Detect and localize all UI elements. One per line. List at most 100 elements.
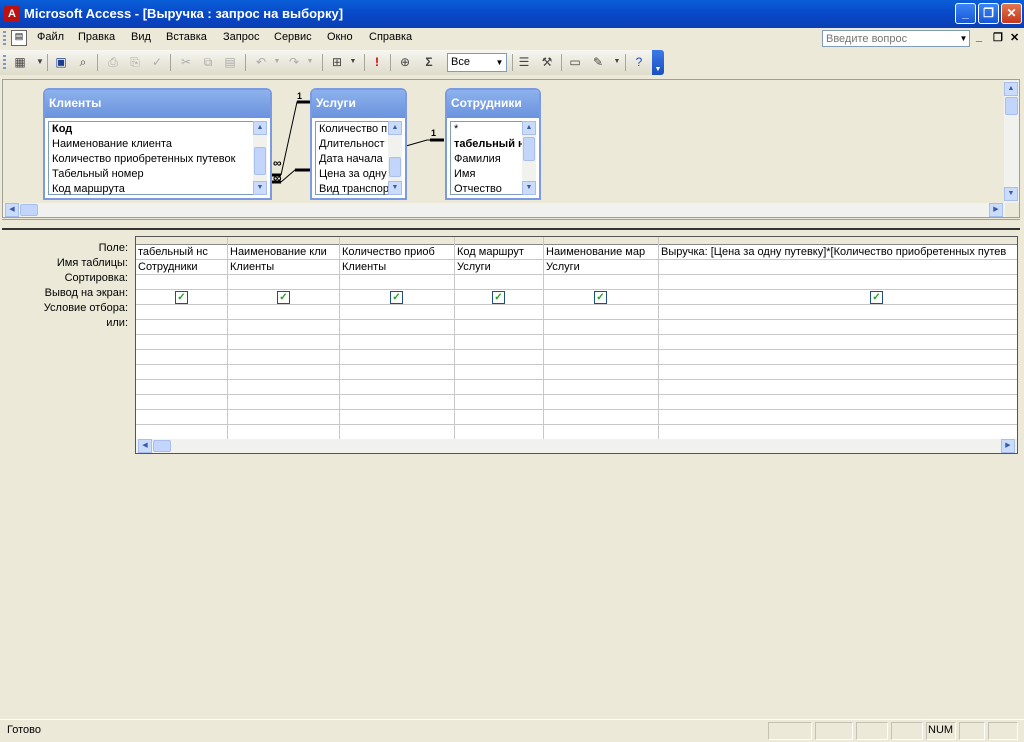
field-item[interactable]: Код маршрута [49,182,253,197]
help-icon[interactable]: ? [630,53,648,71]
scroll-right-icon[interactable]: ▶ [989,203,1003,217]
scroll-up-icon[interactable]: ▲ [388,121,402,135]
show-checkbox[interactable]: ✓ [492,291,505,304]
toolbar-grip[interactable] [3,55,6,70]
scroll-down-icon[interactable]: ▼ [388,181,402,195]
field-item[interactable]: Количество п [316,122,388,137]
table-cell[interactable]: Услуги [544,260,657,275]
pane-splitter[interactable] [2,219,1020,230]
field-cell[interactable]: Код маршрут [455,245,542,260]
view-icon[interactable]: ▦ [11,53,29,71]
table-title[interactable]: Клиенты [45,90,270,118]
database-window-icon[interactable]: ▭ [566,53,584,71]
field-item[interactable]: Вид транспор [316,182,388,197]
ask-question-dropdown-icon[interactable]: ▼ [958,31,969,46]
scroll-down-icon[interactable]: ▼ [522,181,536,195]
document-icon[interactable]: ▤ [11,30,27,46]
field-cell[interactable]: Наименование мар [544,245,657,260]
menu-grip[interactable] [3,31,6,46]
table-cell[interactable]: Клиенты [228,260,338,275]
spelling-icon[interactable]: ✓ [148,53,166,71]
table-cell[interactable]: Услуги [455,260,542,275]
field-item[interactable]: Табельный номер [49,167,253,182]
print-icon[interactable]: ⎙ [104,53,122,71]
grid-hscrollbar[interactable]: ◀ ▶ [136,439,1017,453]
undo-dropdown-icon[interactable]: ▼ [268,53,286,71]
scroll-right-icon[interactable]: ▶ [1001,439,1015,453]
show-table-icon[interactable]: ⊕ [396,53,414,71]
menu-view[interactable]: Вид [131,31,151,43]
paste-icon[interactable]: ▤ [221,53,239,71]
show-checkbox[interactable]: ✓ [175,291,188,304]
print-preview-icon[interactable]: ⎘ [126,53,144,71]
field-cell[interactable]: табельный нс [136,245,226,260]
field-item[interactable]: Длительност [316,137,388,152]
scroll-down-icon[interactable]: ▼ [253,181,267,195]
qbe-grid[interactable]: табельный нс Наименование кли Количество… [135,236,1018,454]
scroll-thumb[interactable] [254,147,266,175]
copy-icon[interactable]: ⧉ [199,53,217,71]
scroll-left-icon[interactable]: ◀ [5,203,19,217]
field-item[interactable]: Фамилия [451,152,522,167]
scroll-thumb[interactable] [153,440,171,452]
toolbar-options-icon[interactable]: ▼ [652,50,664,75]
table-pane-hscrollbar[interactable]: ◀ ▶ [3,203,1005,217]
scroll-thumb[interactable] [1005,97,1018,115]
show-checkbox[interactable]: ✓ [277,291,290,304]
table-cell[interactable] [659,260,1017,275]
show-checkbox[interactable]: ✓ [870,291,883,304]
search-icon[interactable]: ⌕ [74,53,92,71]
field-item[interactable]: Код [49,122,253,137]
save-icon[interactable]: ▣ [52,53,70,71]
table-cell[interactable]: Сотрудники [136,260,226,275]
totals-icon[interactable]: Σ [420,53,438,71]
top-values-dropdown-icon[interactable]: ▼ [493,54,506,71]
scroll-thumb[interactable] [389,157,401,177]
table-cell[interactable]: Клиенты [340,260,453,275]
new-object-dropdown-icon[interactable]: ▼ [608,53,626,71]
redo-dropdown-icon[interactable]: ▼ [301,53,319,71]
table-services[interactable]: Услуги Количество п Длительност Дата нач… [310,88,407,200]
field-list-scrollbar[interactable]: ▲ ▼ [388,121,402,195]
mdi-close-button[interactable]: ✕ [1010,31,1019,44]
table-clients[interactable]: Клиенты Код Наименование клиента Количес… [43,88,272,200]
field-item[interactable]: Количество приобретенных путевок [49,152,253,167]
scroll-thumb[interactable] [523,137,535,161]
field-item[interactable]: * [451,122,522,137]
field-list-scrollbar[interactable]: ▲ ▼ [253,121,267,195]
top-values-combo[interactable]: Все ▼ [447,53,507,72]
minimize-button[interactable]: _ [955,3,976,24]
scroll-up-icon[interactable]: ▲ [253,121,267,135]
run-icon[interactable]: ! [368,53,386,71]
field-cell[interactable]: Наименование кли [228,245,338,260]
scroll-up-icon[interactable]: ▲ [1004,82,1018,96]
show-checkbox[interactable]: ✓ [594,291,607,304]
scroll-left-icon[interactable]: ◀ [138,439,152,453]
scroll-up-icon[interactable]: ▲ [522,121,536,135]
field-item[interactable]: Имя [451,167,522,182]
query-type-dropdown-icon[interactable]: ▼ [344,53,362,71]
build-icon[interactable]: ⚒ [538,53,556,71]
field-cell[interactable]: Количество приоб [340,245,453,260]
restore-button[interactable]: ❐ [978,3,999,24]
properties-icon[interactable]: ☰ [515,53,533,71]
scroll-down-icon[interactable]: ▼ [1004,187,1018,201]
table-title[interactable]: Сотрудники [447,90,539,118]
new-object-icon[interactable]: ✎ [589,53,607,71]
field-cell[interactable]: Выручка: [Цена за одну путевку]*[Количес… [659,245,1017,260]
mdi-restore-button[interactable]: ❐ [993,31,1003,44]
cut-icon[interactable]: ✂ [177,53,195,71]
show-checkbox[interactable]: ✓ [390,291,403,304]
mdi-minimize-button[interactable]: _ [976,31,982,43]
menu-insert[interactable]: Вставка [166,31,207,43]
close-button[interactable]: ✕ [1001,3,1022,24]
menu-file[interactable]: Файл [37,31,64,43]
menu-edit[interactable]: Правка [78,31,115,43]
ask-question-input[interactable] [822,30,970,47]
scroll-thumb[interactable] [20,204,38,216]
menu-query[interactable]: Запрос [223,31,259,43]
field-item[interactable]: табельный н [451,137,522,152]
field-item[interactable]: Дата начала [316,152,388,167]
field-list-scrollbar[interactable]: ▲ ▼ [522,121,536,195]
menu-tools[interactable]: Сервис [274,31,312,43]
